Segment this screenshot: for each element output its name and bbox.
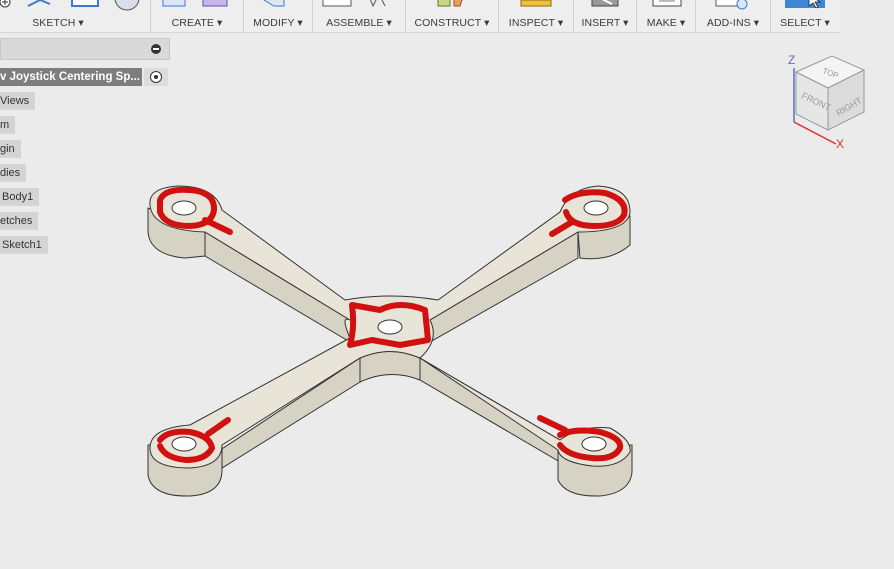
sketch-icon xyxy=(0,0,140,11)
document-title: v Joystick Centering Sp... xyxy=(0,68,142,86)
select-icon xyxy=(785,0,825,9)
view-cube[interactable]: Z X TOP FRONT RIGHT xyxy=(780,44,870,154)
modify-menu[interactable]: MODIFY ▾ xyxy=(244,0,313,32)
toolbar: SKETCH ▾ CREATE ▾ MODIFY ▾ ASSEMBLE ▾ CO… xyxy=(0,0,840,33)
axis-x-label: X xyxy=(836,137,844,151)
tree-item-origin[interactable]: gin xyxy=(0,140,21,158)
collapse-browser-button[interactable] xyxy=(151,44,161,54)
create-menu-label: CREATE ▾ xyxy=(171,17,223,29)
inspect-icon xyxy=(520,0,552,7)
insert-menu[interactable]: INSERT ▾ xyxy=(574,0,637,32)
axis-z-label: Z xyxy=(788,53,795,67)
create-icon xyxy=(162,0,228,7)
make-menu[interactable]: MAKE ▾ xyxy=(637,0,696,32)
construct-menu[interactable]: CONSTRUCT ▾ xyxy=(406,0,499,32)
construct-menu-label: CONSTRUCT ▾ xyxy=(414,17,490,29)
sketch-menu-label: SKETCH ▾ xyxy=(32,17,84,29)
browser-document-row[interactable]: v Joystick Centering Sp... xyxy=(0,68,168,86)
inspect-menu-label: INSPECT ▾ xyxy=(508,17,564,29)
tree-item-sketch1[interactable]: Sketch1 xyxy=(0,236,48,254)
assemble-menu-label: ASSEMBLE ▾ xyxy=(326,17,392,29)
tree-item-views[interactable]: Views xyxy=(0,92,36,110)
browser-header[interactable] xyxy=(0,38,170,60)
tree-item-bodies[interactable]: dies xyxy=(0,164,27,182)
activate-radio[interactable] xyxy=(144,68,168,86)
addins-menu-label: ADD-INS ▾ xyxy=(706,17,760,29)
addins-menu[interactable]: ADD-INS ▾ xyxy=(696,0,771,32)
modify-icon xyxy=(263,0,285,7)
insert-icon xyxy=(591,0,619,7)
assemble-menu[interactable]: ASSEMBLE ▾ xyxy=(313,0,406,32)
select-menu-label: SELECT ▾ xyxy=(780,17,830,29)
select-menu[interactable]: SELECT ▾ xyxy=(771,0,839,32)
inspect-menu[interactable]: INSPECT ▾ xyxy=(499,0,574,32)
part-model[interactable] xyxy=(0,33,894,569)
make-icon xyxy=(652,0,682,7)
tree-item-sketches[interactable]: etches xyxy=(0,212,39,230)
tree-item-units[interactable]: m xyxy=(0,116,16,134)
addins-icon xyxy=(715,0,748,10)
create-menu[interactable]: CREATE ▾ xyxy=(151,0,244,32)
sketch-menu[interactable]: SKETCH ▾ xyxy=(0,0,151,32)
tree-item-body1[interactable]: Body1 xyxy=(0,188,40,206)
make-menu-label: MAKE ▾ xyxy=(646,17,686,29)
insert-menu-label: INSERT ▾ xyxy=(581,17,629,29)
3d-viewport[interactable] xyxy=(0,33,894,569)
assemble-icon xyxy=(322,0,386,8)
modify-menu-label: MODIFY ▾ xyxy=(253,17,303,29)
construct-icon xyxy=(437,0,463,7)
